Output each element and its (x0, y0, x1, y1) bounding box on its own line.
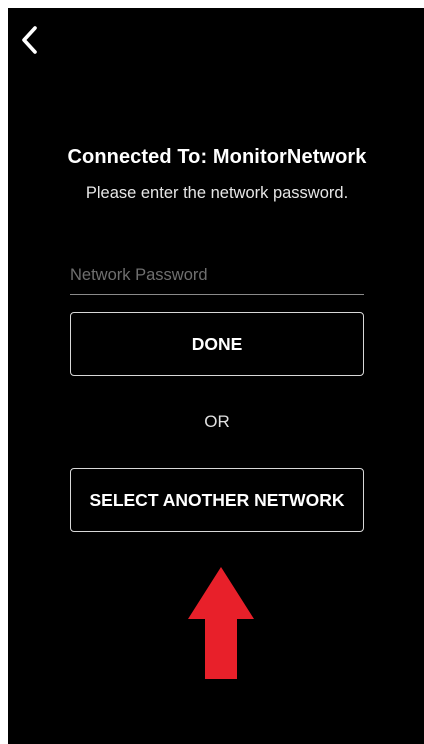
network-password-input[interactable] (70, 260, 364, 295)
up-arrow-icon (188, 567, 254, 679)
done-button[interactable]: DONE (70, 312, 364, 376)
password-instruction: Please enter the network password. (85, 184, 349, 202)
wifi-setup-screen: Connected To: MonitorNetwork Please ente… (8, 8, 424, 744)
or-divider-label: OR (204, 412, 230, 431)
back-button[interactable] (14, 22, 46, 58)
select-another-network-button[interactable]: SELECT ANOTHER NETWORK (70, 468, 364, 532)
connected-network-title: Connected To: MonitorNetwork (67, 146, 367, 168)
chevron-left-icon (22, 26, 37, 54)
